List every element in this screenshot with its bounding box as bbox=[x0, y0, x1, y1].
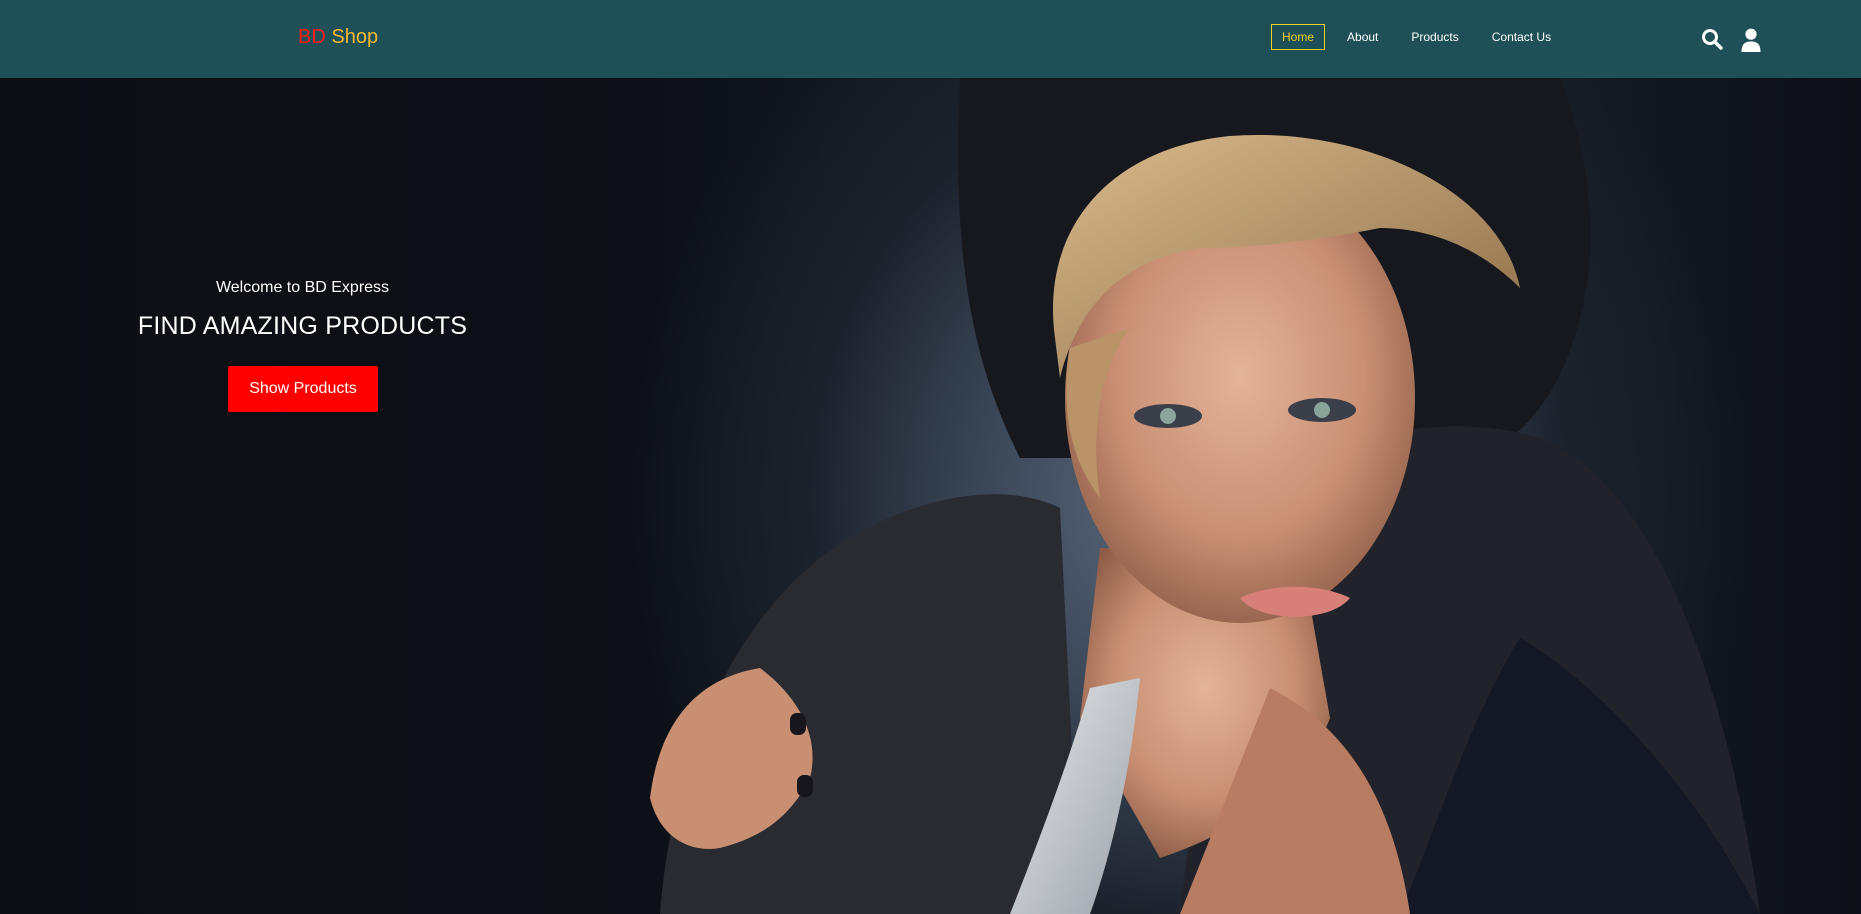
show-products-button[interactable]: Show Products bbox=[228, 366, 378, 412]
hero-banner: Welcome to BD Express FIND AMAZING PRODU… bbox=[0, 78, 1861, 914]
nav-products-link[interactable]: Products bbox=[1400, 24, 1469, 50]
main-nav: Home About Products Contact Us bbox=[1271, 24, 1573, 50]
nav-home-link[interactable]: Home bbox=[1271, 24, 1326, 50]
search-icon[interactable] bbox=[1701, 28, 1723, 55]
nav-contact-link[interactable]: Contact Us bbox=[1481, 24, 1562, 50]
nav-about-link[interactable]: About bbox=[1336, 24, 1389, 50]
logo-text-shop: Shop bbox=[331, 26, 379, 48]
brand-logo[interactable]: BD Shop bbox=[298, 26, 378, 49]
top-navbar: BD Shop Home About Products Contact Us bbox=[0, 0, 1861, 78]
hero-welcome-text: Welcome to BD Express bbox=[215, 279, 390, 296]
hero-headline: FIND AMAZING PRODUCTS bbox=[137, 312, 468, 340]
logo-text-bd: BD bbox=[298, 26, 326, 48]
user-icon[interactable] bbox=[1741, 28, 1761, 57]
hero-model-photo bbox=[650, 78, 1760, 914]
